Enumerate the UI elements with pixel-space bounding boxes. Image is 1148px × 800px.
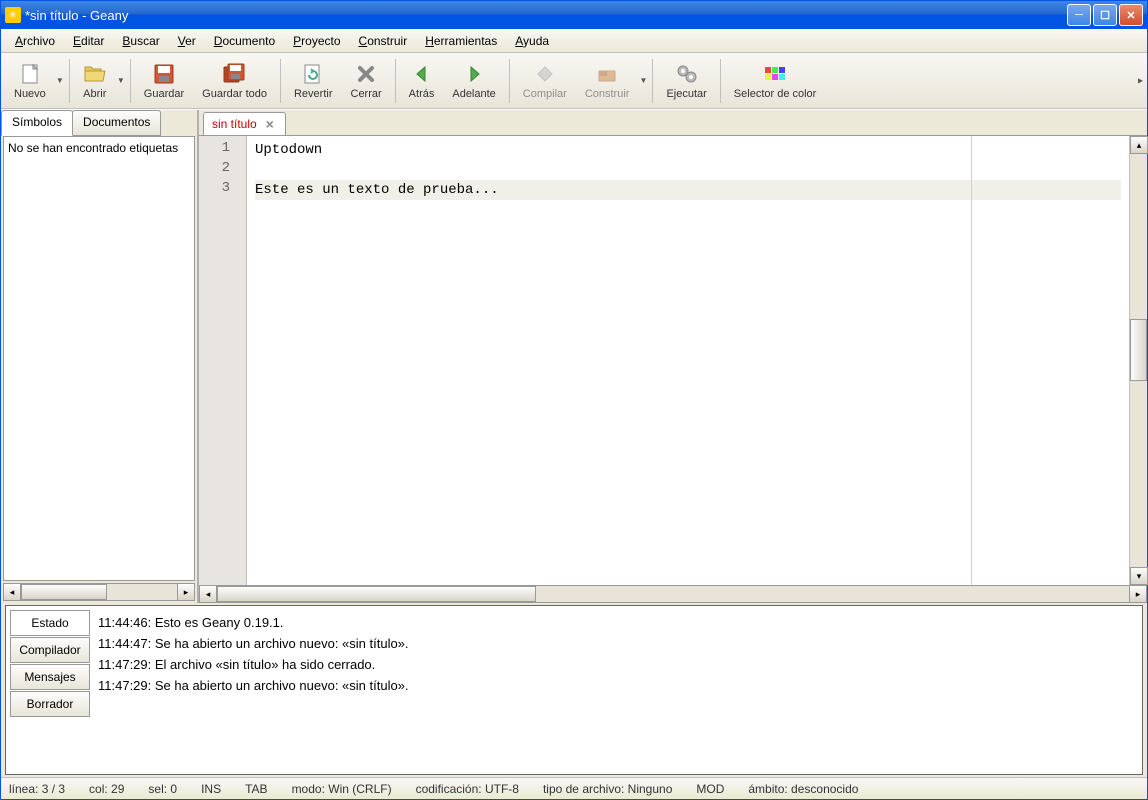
message-line[interactable]: 11:47:29: Se ha abierto un archivo nuevo… bbox=[98, 675, 1130, 696]
message-panel: Estado Compilador Mensajes Borrador 11:4… bbox=[5, 605, 1143, 775]
open-button[interactable]: Abrir bbox=[74, 56, 116, 106]
status-filetype: tipo de archivo: Ninguno bbox=[543, 782, 672, 796]
main-area: Símbolos Documentos No se han encontrado… bbox=[1, 109, 1147, 603]
menubar: Archivo Editar Buscar Ver Documento Proy… bbox=[1, 29, 1147, 53]
code-line[interactable]: Uptodown bbox=[255, 140, 1121, 160]
status-sel: sel: 0 bbox=[148, 782, 177, 796]
open-dropdown[interactable]: ▼ bbox=[116, 56, 126, 106]
tab-documents[interactable]: Documentos bbox=[72, 110, 161, 136]
status-encoding: codificación: UTF-8 bbox=[416, 782, 519, 796]
line-gutter: 1 2 3 bbox=[199, 136, 247, 585]
sidebar: Símbolos Documentos No se han encontrado… bbox=[1, 110, 199, 603]
tab-symbols[interactable]: Símbolos bbox=[1, 110, 73, 136]
color-palette-icon bbox=[763, 62, 787, 86]
close-button[interactable]: ✕ bbox=[1119, 4, 1143, 26]
menu-buscar[interactable]: Buscar bbox=[114, 31, 167, 51]
build-dropdown[interactable]: ▼ bbox=[638, 56, 648, 106]
statusbar: línea: 3 / 3 col: 29 sel: 0 INS TAB modo… bbox=[1, 777, 1147, 799]
message-content[interactable]: 11:44:46: Esto es Geany 0.19.1. 11:44:47… bbox=[90, 610, 1138, 770]
new-button[interactable]: Nuevo bbox=[5, 56, 55, 106]
titlebar[interactable]: ✳ *sin título - Geany ─ ☐ ✕ bbox=[1, 1, 1147, 29]
status-col: col: 29 bbox=[89, 782, 124, 796]
editor-vscroll[interactable]: ▴ ▾ bbox=[1129, 136, 1147, 585]
maximize-button[interactable]: ☐ bbox=[1093, 4, 1117, 26]
menu-proyecto[interactable]: Proyecto bbox=[285, 31, 348, 51]
main-window: ✳ *sin título - Geany ─ ☐ ✕ Archivo Edit… bbox=[0, 0, 1148, 800]
msgtab-mensajes[interactable]: Mensajes bbox=[10, 664, 90, 690]
msgtab-compilador[interactable]: Compilador bbox=[10, 637, 90, 663]
menu-archivo[interactable]: Archivo bbox=[7, 31, 63, 51]
forward-button[interactable]: Adelante bbox=[443, 56, 504, 106]
back-button[interactable]: Atrás bbox=[400, 56, 444, 106]
status-ins: INS bbox=[201, 782, 221, 796]
status-line: línea: 3 / 3 bbox=[9, 782, 65, 796]
window-title: *sin título - Geany bbox=[25, 8, 1067, 23]
save-all-icon bbox=[223, 62, 247, 86]
menu-ayuda[interactable]: Ayuda bbox=[507, 31, 557, 51]
new-file-icon bbox=[18, 62, 42, 86]
message-line[interactable]: 11:44:46: Esto es Geany 0.19.1. bbox=[98, 612, 1130, 633]
menu-ver[interactable]: Ver bbox=[170, 31, 204, 51]
save-all-button[interactable]: Guardar todo bbox=[193, 56, 276, 106]
save-button[interactable]: Guardar bbox=[135, 56, 193, 106]
save-icon bbox=[152, 62, 176, 86]
status-scope: ámbito: desconocido bbox=[748, 782, 858, 796]
build-button: Construir bbox=[576, 56, 639, 106]
menu-documento[interactable]: Documento bbox=[206, 31, 283, 51]
close-doc-icon bbox=[354, 62, 378, 86]
close-doc-button[interactable]: Cerrar bbox=[342, 56, 391, 106]
scroll-right-icon[interactable]: ▸ bbox=[177, 583, 195, 601]
sidebar-hscroll[interactable]: ◂ ▸ bbox=[3, 583, 195, 601]
msgtab-borrador[interactable]: Borrador bbox=[10, 691, 90, 717]
no-tags-message: No se han encontrado etiquetas bbox=[8, 141, 178, 155]
msgtab-estado[interactable]: Estado bbox=[10, 610, 90, 636]
scroll-right-icon[interactable]: ▸ bbox=[1129, 585, 1147, 603]
status-tab: TAB bbox=[245, 782, 267, 796]
scroll-down-icon[interactable]: ▾ bbox=[1130, 567, 1148, 585]
editor-area: sin título × 1 2 3 Uptodown Este es un t… bbox=[199, 110, 1147, 603]
code-line[interactable] bbox=[255, 160, 1121, 180]
menu-editar[interactable]: Editar bbox=[65, 31, 112, 51]
document-tab-label: sin título bbox=[212, 117, 257, 131]
execute-button[interactable]: Ejecutar bbox=[657, 56, 715, 106]
arrow-left-icon bbox=[410, 62, 434, 86]
message-line[interactable]: 11:44:47: Se ha abierto un archivo nuevo… bbox=[98, 633, 1130, 654]
tab-close-icon[interactable]: × bbox=[263, 117, 277, 131]
line-number: 1 bbox=[199, 140, 246, 160]
toolbar: Nuevo ▼ Abrir ▼ Guardar Guardar todo Rev… bbox=[1, 53, 1147, 109]
editor-hscroll[interactable]: ◂ ▸ bbox=[199, 585, 1147, 603]
menu-construir[interactable]: Construir bbox=[351, 31, 416, 51]
menu-herramientas[interactable]: Herramientas bbox=[417, 31, 505, 51]
new-dropdown[interactable]: ▼ bbox=[55, 56, 65, 106]
compile-icon bbox=[533, 62, 557, 86]
revert-icon bbox=[301, 62, 325, 86]
scroll-left-icon[interactable]: ◂ bbox=[3, 583, 21, 601]
arrow-right-icon bbox=[462, 62, 486, 86]
gears-icon bbox=[675, 62, 699, 86]
toolbar-overflow[interactable]: ▸ bbox=[1138, 75, 1143, 86]
revert-button[interactable]: Revertir bbox=[285, 56, 342, 106]
minimize-button[interactable]: ─ bbox=[1067, 4, 1091, 26]
document-tabs: sin título × bbox=[199, 110, 1147, 136]
sidebar-content: No se han encontrado etiquetas bbox=[3, 136, 195, 581]
app-icon: ✳ bbox=[5, 7, 21, 23]
color-picker-button[interactable]: Selector de color bbox=[725, 56, 826, 106]
scroll-left-icon[interactable]: ◂ bbox=[199, 585, 217, 603]
editor-text[interactable]: Uptodown Este es un texto de prueba... bbox=[247, 136, 1129, 585]
margin-guide bbox=[971, 136, 972, 585]
folder-open-icon bbox=[83, 62, 107, 86]
document-tab[interactable]: sin título × bbox=[203, 112, 286, 136]
status-mod: MOD bbox=[696, 782, 724, 796]
line-number: 3 bbox=[199, 180, 246, 200]
message-line[interactable]: 11:47:29: El archivo «sin título» ha sid… bbox=[98, 654, 1130, 675]
status-mode: modo: Win (CRLF) bbox=[292, 782, 392, 796]
line-number: 2 bbox=[199, 160, 246, 180]
code-line[interactable]: Este es un texto de prueba... bbox=[255, 180, 1121, 200]
compile-button: Compilar bbox=[514, 56, 576, 106]
scroll-up-icon[interactable]: ▴ bbox=[1130, 136, 1148, 154]
editor[interactable]: 1 2 3 Uptodown Este es un texto de prueb… bbox=[199, 136, 1147, 585]
build-icon bbox=[595, 62, 619, 86]
